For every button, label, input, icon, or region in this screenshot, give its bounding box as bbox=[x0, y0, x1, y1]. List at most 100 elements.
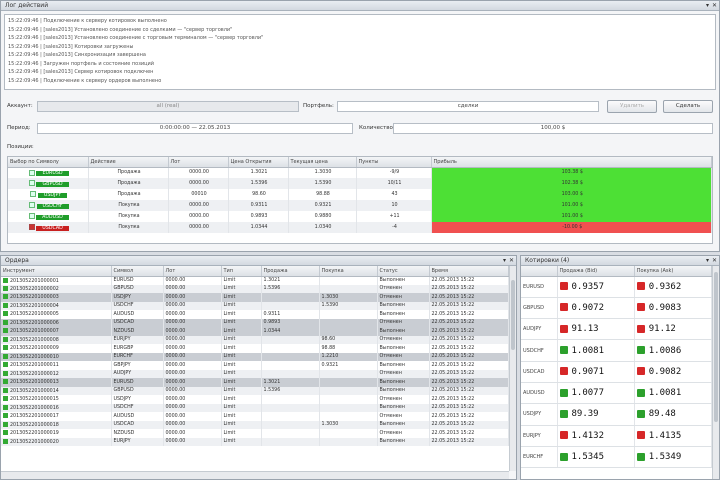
position-symbol-cell[interactable]: USDCHF bbox=[8, 200, 89, 211]
quote-bid-cell[interactable]: 0.9072 bbox=[557, 297, 635, 320]
quote-bid-cell[interactable]: 91.13 bbox=[557, 318, 635, 341]
quote-ask-cell[interactable]: 0.9082 bbox=[634, 361, 712, 383]
order-row[interactable]: 2013052201000002 GBPUSD 0000.00 Limit 1.5396… bbox=[1, 284, 509, 293]
orders-horizontal-scrollbar[interactable] bbox=[1, 471, 509, 479]
quote-ask-cell[interactable]: 91.12 bbox=[634, 318, 712, 341]
pin-icon[interactable]: ▾ bbox=[706, 257, 709, 264]
order-row[interactable]: 2013052201000009 EURGBP 0000.00 Limit 98.88 В… bbox=[1, 344, 509, 353]
row-checkbox[interactable] bbox=[28, 224, 35, 231]
row-checkbox[interactable] bbox=[28, 213, 35, 220]
position-symbol-cell[interactable]: AUDUSD bbox=[8, 211, 89, 222]
position-row[interactable]: EURUSD Продажа 0000.00 1.3021 1.3030 -9/9 103.… bbox=[8, 167, 712, 178]
order-row[interactable]: 2013052201000007 NZDUSD 0000.00 Limit 1.0344… bbox=[1, 327, 509, 336]
position-symbol-cell[interactable]: USDJPY bbox=[8, 189, 89, 200]
column-header[interactable]: Инструмент bbox=[1, 266, 112, 277]
row-checkbox[interactable] bbox=[30, 191, 37, 198]
close-icon[interactable]: ✕ bbox=[712, 2, 717, 9]
row-checkbox[interactable] bbox=[28, 180, 35, 187]
quote-row[interactable]: EURJPY 1.4132 1.4135 bbox=[521, 425, 712, 447]
column-header[interactable]: Покупка (Ask) bbox=[634, 266, 712, 277]
position-row[interactable]: USDJPY Продажа 00010 98.60 98.88 43 103.00 $ bbox=[8, 189, 712, 200]
quote-bid-cell[interactable]: 89.39 bbox=[557, 403, 635, 426]
quote-bid-cell[interactable]: 1.5345 bbox=[557, 446, 635, 469]
quote-bid-cell[interactable]: 1.0081 bbox=[557, 339, 635, 362]
order-row[interactable]: 2013052201000011 GBPJPY 0000.00 Limit 0.9321… bbox=[1, 361, 509, 370]
quote-row[interactable]: EURCHF 1.5345 1.5349 bbox=[521, 446, 712, 469]
quote-row[interactable]: USDCHF 1.0081 1.0086 bbox=[521, 339, 712, 362]
order-row[interactable]: 2013052201000008 EURJPY 0000.00 Limit 98.60 О… bbox=[1, 335, 509, 344]
quote-row[interactable]: EURUSD 0.9357 0.9362 bbox=[521, 276, 712, 298]
close-icon[interactable]: ✕ bbox=[712, 257, 717, 264]
position-row[interactable]: AUDUSD Покупка 0000.00 0.9893 0.9880 +11 101.0… bbox=[8, 211, 712, 222]
quote-row[interactable]: USDCAD 0.9071 0.9082 bbox=[521, 361, 712, 383]
quote-ask-cell[interactable]: 1.5349 bbox=[634, 446, 712, 469]
quote-row[interactable]: AUDUSD 1.0077 1.0081 bbox=[521, 382, 712, 405]
order-row[interactable]: 2013052201000018 USDCAD 0000.00 Limit 1.3030… bbox=[1, 420, 509, 429]
column-header[interactable]: Тип bbox=[221, 266, 262, 277]
quote-ask-cell[interactable]: 0.9362 bbox=[634, 276, 712, 298]
order-row[interactable]: 2013052201000010 EURCHF 0000.00 Limit 1.2210… bbox=[1, 352, 509, 361]
position-symbol-cell[interactable]: USDCAD bbox=[8, 222, 89, 233]
orders-vertical-scrollbar[interactable] bbox=[509, 266, 516, 471]
column-header[interactable]: Лот bbox=[163, 266, 222, 277]
order-row[interactable]: 2013052201000016 USDCHF 0000.00 Limit Выполн… bbox=[1, 403, 509, 412]
order-row[interactable]: 2013052201000013 EURUSD 0000.00 Limit 1.3021… bbox=[1, 378, 509, 387]
quotes-vertical-scrollbar[interactable] bbox=[712, 266, 719, 479]
quote-row[interactable]: AUDJPY 91.13 91.12 bbox=[521, 318, 712, 341]
quote-ask-cell[interactable]: 1.0081 bbox=[634, 382, 712, 405]
column-header[interactable]: Лот bbox=[168, 157, 229, 168]
column-header[interactable]: Продажа (Bid) bbox=[557, 266, 635, 277]
close-icon[interactable]: ✕ bbox=[509, 257, 514, 264]
column-header[interactable]: Прибыль bbox=[431, 157, 712, 168]
quote-ask-cell[interactable]: 0.9083 bbox=[634, 297, 712, 320]
pin-icon[interactable]: ▾ bbox=[503, 257, 506, 264]
quote-ask-cell[interactable]: 1.4135 bbox=[634, 425, 712, 447]
order-row[interactable]: 2013052201000012 AUDJPY 0000.00 Limit Отмене… bbox=[1, 369, 509, 378]
position-row[interactable]: USDCHF Покупка 0000.00 0.9311 0.9321 10 101.00… bbox=[8, 200, 712, 211]
column-header[interactable]: Статус bbox=[377, 266, 430, 277]
scroll-thumb[interactable] bbox=[511, 280, 515, 350]
column-header[interactable]: Продажа bbox=[261, 266, 320, 277]
quote-row[interactable]: USDJPY 89.39 89.48 bbox=[521, 403, 712, 426]
order-row[interactable]: 2013052201000006 USDCAD 0000.00 Limit 0.9893… bbox=[1, 318, 509, 327]
column-header[interactable]: Символ bbox=[111, 266, 164, 277]
portfolio-field[interactable]: сделки bbox=[337, 101, 599, 112]
quote-bid-cell[interactable]: 0.9071 bbox=[557, 361, 635, 383]
column-header[interactable]: Время bbox=[429, 266, 509, 277]
order-row[interactable]: 2013052201000019 NZDUSD 0000.00 Limit Отмене… bbox=[1, 429, 509, 438]
log-line: 15:22:09:46 | Подключение к серверу коти… bbox=[8, 18, 167, 24]
quote-bid-cell[interactable]: 0.9357 bbox=[557, 276, 635, 298]
quote-ask-cell[interactable]: 1.0086 bbox=[634, 339, 712, 362]
position-symbol-cell[interactable]: GBPUSD bbox=[8, 178, 89, 189]
cancel-button[interactable]: Удалить bbox=[607, 100, 657, 113]
quote-ask-cell[interactable]: 89.48 bbox=[634, 403, 712, 426]
account-field[interactable]: all (real) bbox=[37, 101, 299, 112]
column-header[interactable]: Цена Открытия bbox=[228, 157, 289, 168]
column-header[interactable]: Выбор по Символу bbox=[8, 157, 89, 168]
position-row[interactable]: GBPUSD Продажа 0000.00 1.5396 1.5390 10/11 102… bbox=[8, 178, 712, 189]
scroll-thumb[interactable] bbox=[714, 272, 718, 422]
period-field[interactable]: 0:00:00:00 — 22.05.2013 bbox=[37, 123, 353, 134]
column-header[interactable]: Пункты bbox=[356, 157, 432, 168]
pin-icon[interactable]: ▾ bbox=[706, 2, 709, 9]
column-header[interactable]: Действие bbox=[88, 157, 169, 168]
quote-row[interactable]: GBPUSD 0.9072 0.9083 bbox=[521, 297, 712, 320]
position-row[interactable]: USDCAD Покупка 0000.00 1.0344 1.0340 -4 -10.00… bbox=[8, 222, 712, 233]
quote-bid-cell[interactable]: 1.0077 bbox=[557, 382, 635, 405]
column-header[interactable]: Текущая цена bbox=[288, 157, 357, 168]
lots-field[interactable]: 100,00 $ bbox=[393, 123, 713, 134]
position-symbol-cell[interactable]: EURUSD bbox=[8, 167, 89, 178]
order-row[interactable]: 2013052201000004 USDCHF 0000.00 Limit 1.5390… bbox=[1, 301, 509, 310]
submit-button[interactable]: Сделать bbox=[663, 100, 713, 113]
order-row[interactable]: 2013052201000017 AUDUSD 0000.00 Limit Отмене… bbox=[1, 412, 509, 421]
row-checkbox[interactable] bbox=[28, 169, 35, 176]
column-header[interactable]: Покупка bbox=[319, 266, 378, 277]
order-row[interactable]: 2013052201000014 GBPUSD 0000.00 Limit 1.5396… bbox=[1, 386, 509, 395]
order-row[interactable]: 2013052201000003 USDJPY 0000.00 Limit 1.3030… bbox=[1, 293, 509, 302]
order-row[interactable]: 2013052201000005 AUDUSD 0000.00 Limit 0.9311… bbox=[1, 310, 509, 319]
order-row[interactable]: 2013052201000001 EURUSD 0000.00 Limit 1.3021… bbox=[1, 276, 509, 285]
order-row[interactable]: 2013052201000020 EURJPY 0000.00 Limit Выполн… bbox=[1, 437, 509, 446]
row-checkbox[interactable] bbox=[29, 202, 35, 209]
order-row[interactable]: 2013052201000015 USDJPY 0000.00 Limit Отмене… bbox=[1, 395, 509, 404]
quote-bid-cell[interactable]: 1.4132 bbox=[557, 425, 635, 447]
